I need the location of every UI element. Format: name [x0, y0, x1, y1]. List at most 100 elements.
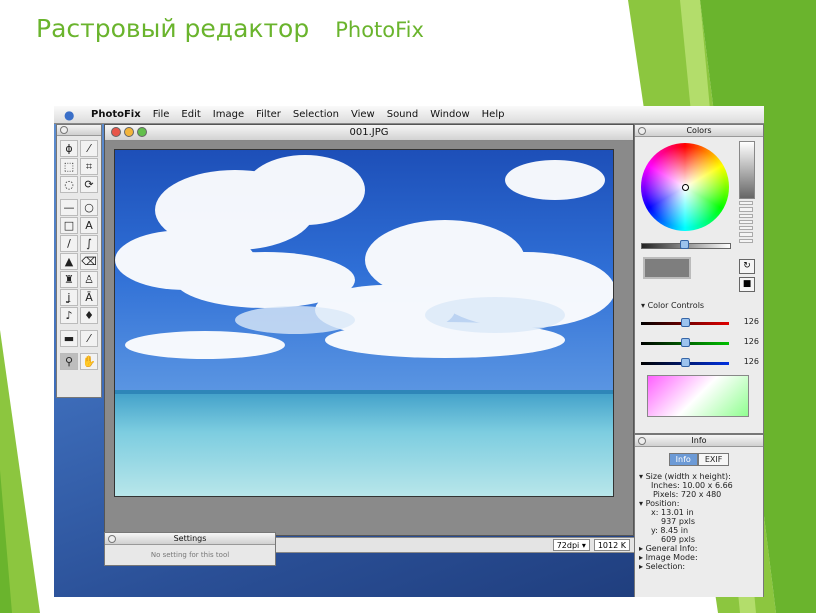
color-gradient-picker[interactable]: [647, 375, 749, 417]
position-x: x: 13.01 in: [651, 508, 694, 517]
slider-thumb[interactable]: [681, 358, 690, 367]
swatch[interactable]: [739, 201, 753, 206]
swatch[interactable]: [739, 219, 753, 225]
rotate-icon[interactable]: ⟳: [80, 176, 98, 193]
color-wheel[interactable]: [641, 143, 729, 231]
mac-desktop: ● PhotoFix File Edit Image Filter Select…: [54, 106, 764, 597]
close-icon[interactable]: [638, 127, 646, 135]
info-tabs: Info EXIF: [635, 453, 763, 466]
size-pixels: Pixels: 720 x 480: [653, 490, 722, 499]
sharpen-icon[interactable]: Ā: [80, 289, 98, 306]
brightness-slider[interactable]: [641, 240, 731, 249]
swatch[interactable]: [739, 213, 753, 218]
default-colors-icon[interactable]: ■: [739, 277, 755, 292]
line-icon[interactable]: —: [60, 199, 78, 216]
menu-selection[interactable]: Selection: [287, 109, 345, 120]
tab-exif[interactable]: EXIF: [697, 453, 730, 466]
menu-help[interactable]: Help: [476, 109, 511, 120]
swatch[interactable]: [739, 238, 753, 243]
smudge-icon[interactable]: ʝ: [60, 289, 78, 306]
blue-slider[interactable]: [641, 358, 729, 367]
brightness-bar[interactable]: [739, 141, 755, 199]
marquee-rect-icon[interactable]: ⬚: [60, 158, 78, 175]
file-size-value: 1012 K: [597, 540, 626, 550]
minimize-window-icon[interactable]: [124, 127, 134, 137]
slide-title: Растровый редактор PhotoFix: [36, 14, 424, 43]
foreground-color-swatch[interactable]: [643, 257, 691, 279]
dodge-icon[interactable]: ♪: [60, 307, 78, 324]
close-icon[interactable]: [108, 535, 116, 543]
menu-filter[interactable]: Filter: [250, 109, 287, 120]
zoom-window-icon[interactable]: [137, 127, 147, 137]
stamp-icon[interactable]: ♜: [60, 271, 78, 288]
ellipse-icon[interactable]: ○: [80, 199, 98, 216]
menu-window[interactable]: Window: [424, 109, 475, 120]
swap-colors-icon[interactable]: ↻: [739, 259, 755, 274]
size-inches: Inches: 10.00 x 6.66: [651, 481, 733, 490]
tools-palette-titlebar[interactable]: [57, 125, 101, 136]
swatch[interactable]: [739, 232, 753, 237]
crop-icon[interactable]: ⌗: [80, 158, 98, 175]
swatch[interactable]: [739, 207, 753, 212]
colors-titlebar[interactable]: Colors: [635, 125, 763, 137]
green-control: 126: [641, 337, 759, 349]
apple-menu-icon[interactable]: ●: [64, 108, 78, 122]
beach-photo: [115, 150, 613, 496]
general-info-heading[interactable]: ▸ General Info:: [639, 544, 763, 553]
swatch[interactable]: [739, 226, 753, 231]
close-icon[interactable]: [638, 437, 646, 445]
position-heading[interactable]: ▾ Position:: [639, 499, 763, 508]
slider-thumb[interactable]: [680, 240, 689, 249]
image-canvas[interactable]: [114, 149, 614, 497]
burn-icon[interactable]: ♦: [80, 307, 98, 324]
tab-info[interactable]: Info: [668, 453, 698, 466]
hand-icon[interactable]: ✋: [80, 353, 98, 370]
tools-grid: ϕ ⁄ ⬚ ⌗ ◌ ⟳ — ○ □ A / ∫ ▲ ⌫ ♜ ♙ ʝ Ā ♪ ♦ ▬ ⁄ ⚲ ✋: [57, 136, 101, 374]
document-window: 001.JPG 72dpi ▾ 1012 K: [104, 124, 635, 553]
document-titlebar[interactable]: 001.JPG: [105, 125, 633, 141]
info-titlebar[interactable]: Info: [635, 435, 763, 447]
colors-title: Colors: [686, 126, 712, 135]
color-picker-marker[interactable]: [682, 184, 689, 191]
selection-heading[interactable]: ▸ Selection:: [639, 562, 763, 571]
slider-thumb[interactable]: [681, 338, 690, 347]
eyedropper-icon[interactable]: ⁄: [80, 330, 98, 347]
slide-title-text: Растровый редактор: [36, 14, 310, 43]
position-y-px: 609 pxls: [661, 535, 696, 544]
settings-title: Settings: [173, 534, 207, 543]
red-slider[interactable]: [641, 318, 729, 327]
menu-sound[interactable]: Sound: [381, 109, 425, 120]
color-controls-label: ▾ Color Controls: [641, 301, 705, 310]
green-slider[interactable]: [641, 338, 729, 347]
image-mode-label: Image Mode:: [645, 553, 698, 562]
settings-titlebar[interactable]: Settings: [105, 533, 275, 545]
swatch-column: [739, 201, 753, 243]
image-mode-heading[interactable]: ▸ Image Mode:: [639, 553, 763, 562]
text-icon[interactable]: A: [80, 217, 98, 234]
tool-separator: [60, 325, 98, 329]
resolution-select[interactable]: 72dpi ▾: [552, 539, 590, 551]
eraser-icon[interactable]: ⌫: [80, 253, 98, 270]
marquee-ellipse-icon[interactable]: ◌: [60, 176, 78, 193]
slider-thumb[interactable]: [681, 318, 690, 327]
menu-image[interactable]: Image: [207, 109, 250, 120]
menu-edit[interactable]: Edit: [175, 109, 206, 120]
gradient-icon[interactable]: ▬: [60, 330, 78, 347]
lasso-icon[interactable]: ϕ: [60, 140, 78, 157]
close-icon[interactable]: [60, 126, 68, 134]
position-x-px: 937 pxls: [661, 517, 696, 526]
menu-file[interactable]: File: [147, 109, 176, 120]
fill-icon[interactable]: ▲: [60, 253, 78, 270]
size-heading[interactable]: ▾ Size (width x height):: [639, 472, 763, 481]
close-window-icon[interactable]: [111, 127, 121, 137]
rectangle-icon[interactable]: □: [60, 217, 78, 234]
zoom-icon[interactable]: ⚲: [60, 353, 78, 370]
slide-subtitle: PhotoFix: [335, 18, 424, 42]
menu-app-name[interactable]: PhotoFix: [85, 109, 147, 120]
brush-icon[interactable]: ∫: [80, 235, 98, 252]
magic-wand-icon[interactable]: ⁄: [80, 140, 98, 157]
pencil-icon[interactable]: /: [60, 235, 78, 252]
menu-view[interactable]: View: [345, 109, 381, 120]
clone-icon[interactable]: ♙: [80, 271, 98, 288]
color-controls-text: Color Controls: [647, 301, 705, 310]
